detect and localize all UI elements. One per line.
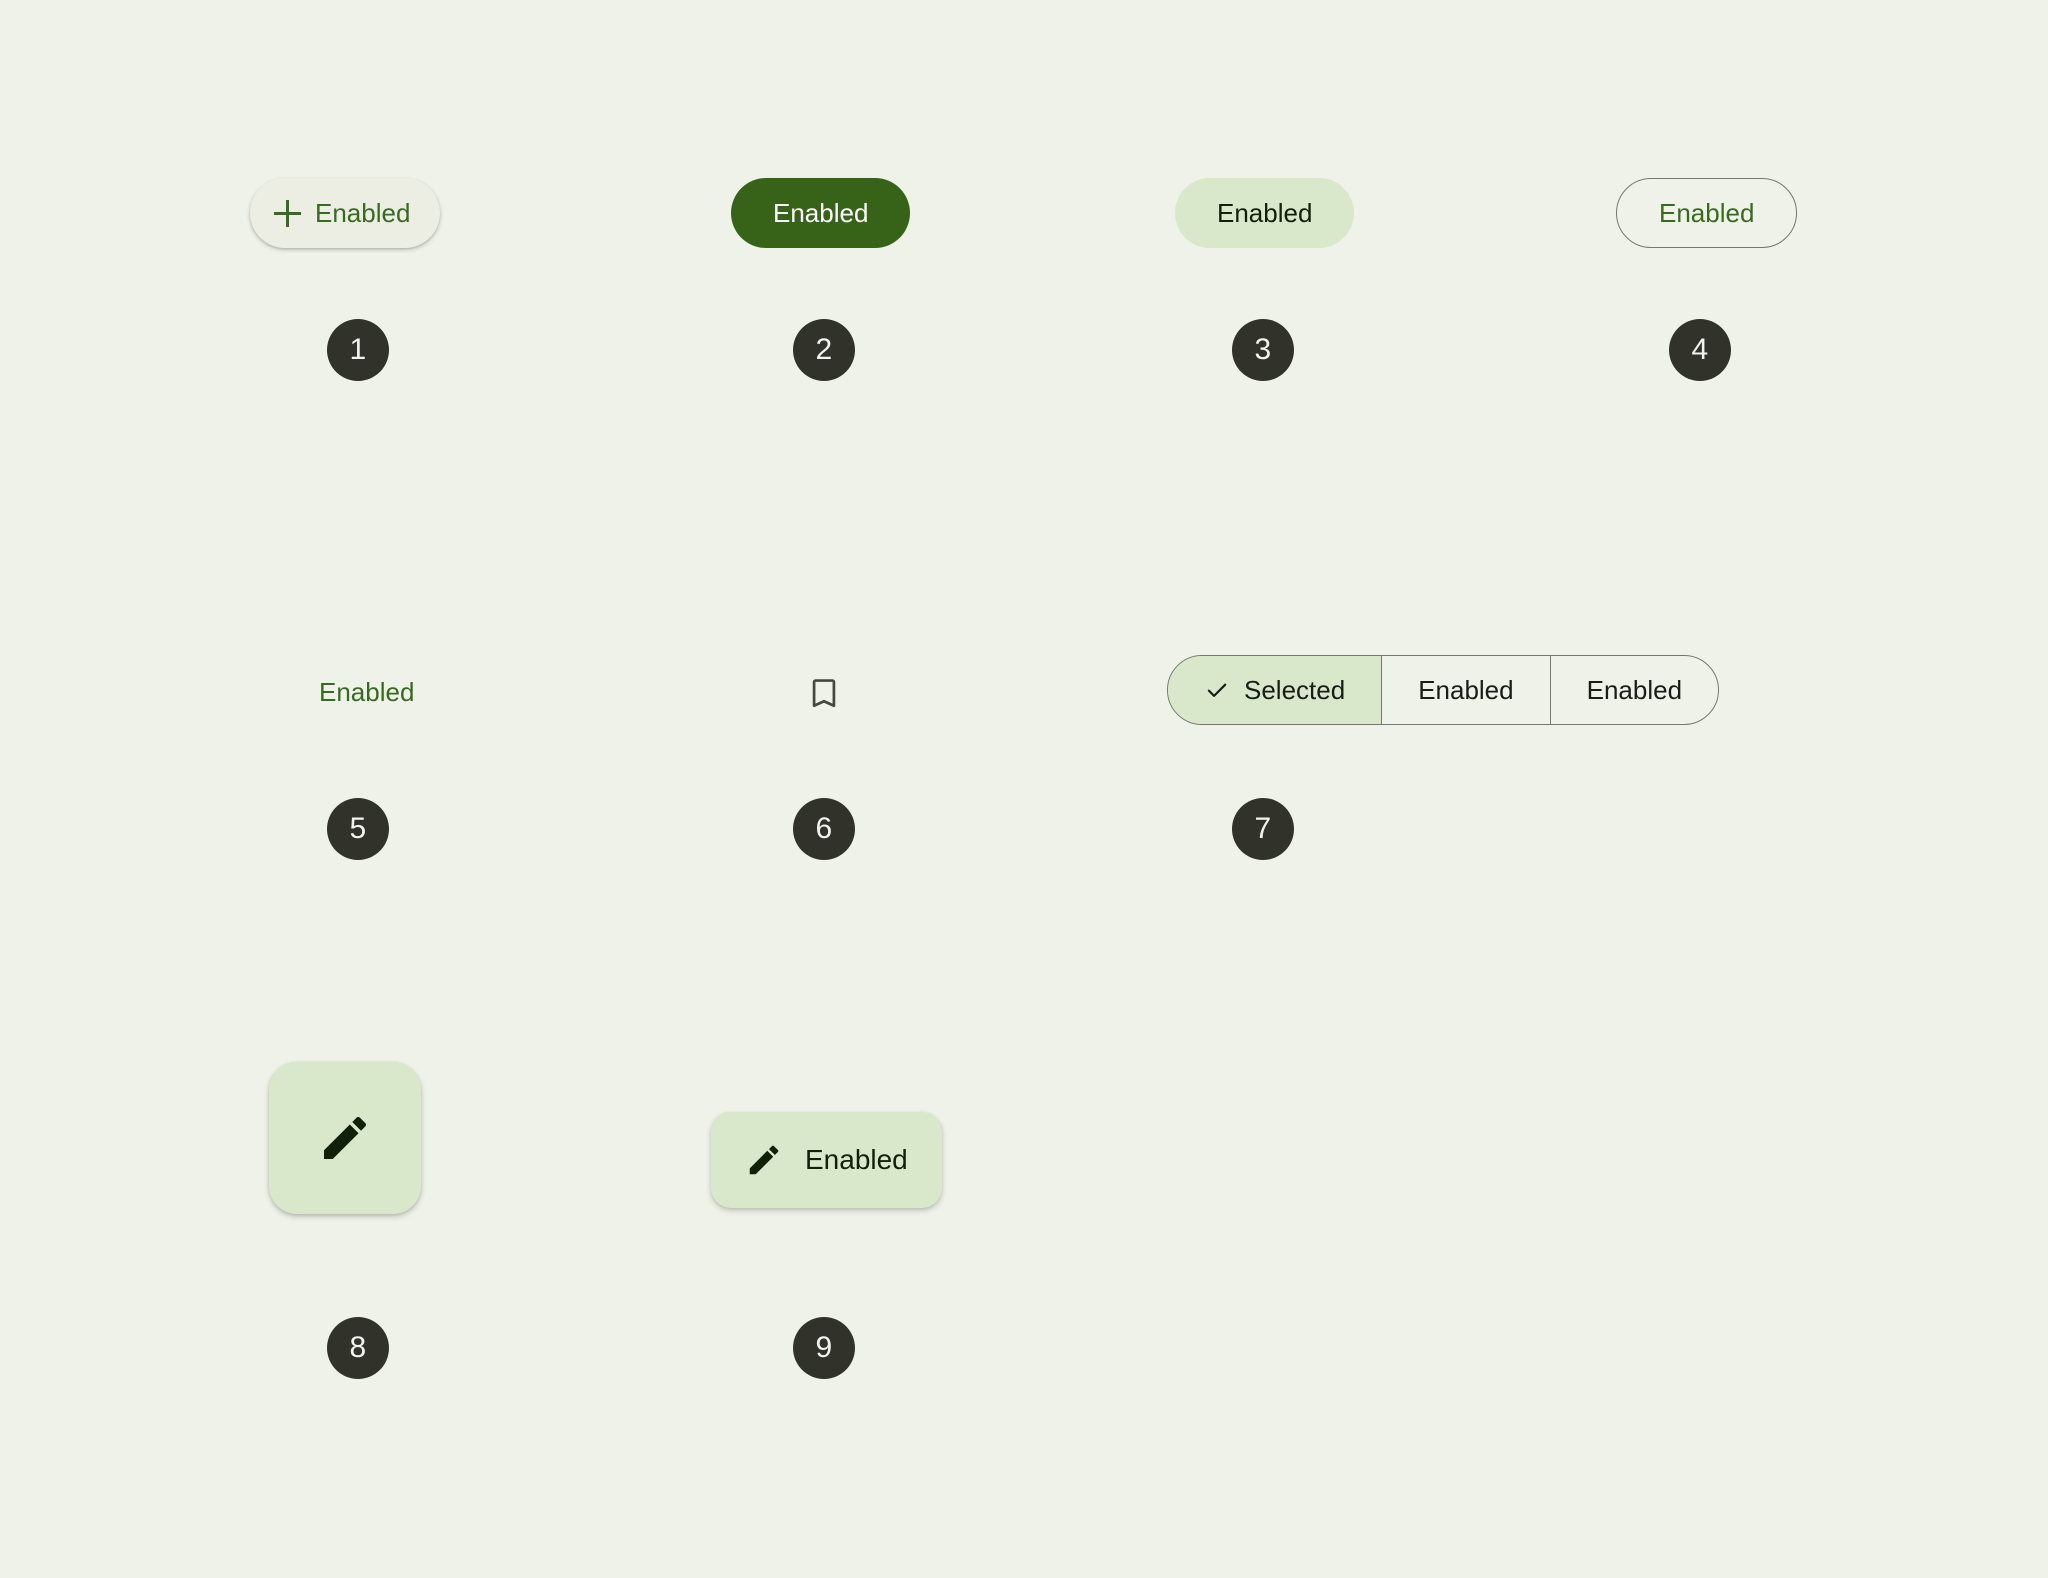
badge-6: 6 xyxy=(793,798,855,860)
component-slot-8 xyxy=(269,1062,421,1214)
component-slot-5: Enabled xyxy=(303,664,430,720)
badge-2: 2 xyxy=(793,319,855,381)
check-icon xyxy=(1207,683,1227,697)
component-slot-1: Enabled xyxy=(250,178,441,248)
badge-3: 3 xyxy=(1232,319,1294,381)
segment-label-2: Enabled xyxy=(1418,675,1514,705)
filled-button[interactable]: Enabled xyxy=(731,178,911,248)
filled-tonal-button[interactable]: Enabled xyxy=(1175,178,1355,248)
text-button-label: Enabled xyxy=(319,677,415,707)
segment-enabled-2[interactable]: Enabled xyxy=(1549,656,1718,724)
outlined-button[interactable]: Enabled xyxy=(1616,178,1798,248)
elevated-button-label: Enabled xyxy=(315,198,411,228)
outlined-button-label: Enabled xyxy=(1659,198,1755,228)
pencil-icon xyxy=(324,1116,367,1159)
fab-edit-button[interactable] xyxy=(269,1062,421,1214)
component-slot-3: Enabled xyxy=(1175,178,1355,248)
badge-9: 9 xyxy=(793,1317,855,1379)
badge-8: 8 xyxy=(327,1317,389,1379)
component-slot-2: Enabled xyxy=(731,178,911,248)
extended-fab-edit-button[interactable]: Enabled xyxy=(711,1112,942,1208)
segment-label-3: Enabled xyxy=(1586,675,1683,705)
extended-fab-label: Enabled xyxy=(805,1144,908,1175)
component-slot-6 xyxy=(792,661,856,725)
segment-label-1: Selected xyxy=(1244,675,1346,705)
badge-4: 4 xyxy=(1669,319,1731,381)
bookmark-icon-button[interactable] xyxy=(792,661,856,725)
text-button[interactable]: Enabled xyxy=(303,664,430,720)
segment-selected[interactable]: Selected xyxy=(1168,656,1382,724)
component-slot-4: Enabled xyxy=(1616,178,1798,248)
plus-icon xyxy=(274,199,301,227)
badge-1: 1 xyxy=(327,319,389,381)
bookmark-icon xyxy=(812,679,836,708)
filled-tonal-button-label: Enabled xyxy=(1217,198,1313,228)
segmented-button-group: Selected Enabled Enabled xyxy=(1167,655,1720,725)
badge-7: 7 xyxy=(1232,798,1294,860)
filled-button-label: Enabled xyxy=(773,198,869,228)
elevated-button[interactable]: Enabled xyxy=(250,178,441,248)
badge-5: 5 xyxy=(327,798,389,860)
component-showcase-canvas: Enabled 1 Enabled 2 Enabled 3 Enabled 4 … xyxy=(0,0,2048,1578)
segment-enabled-1[interactable]: Enabled xyxy=(1381,656,1549,724)
pencil-icon xyxy=(749,1145,779,1175)
component-slot-9: Enabled xyxy=(711,1112,942,1208)
component-slot-7: Selected Enabled Enabled xyxy=(1167,655,1720,725)
